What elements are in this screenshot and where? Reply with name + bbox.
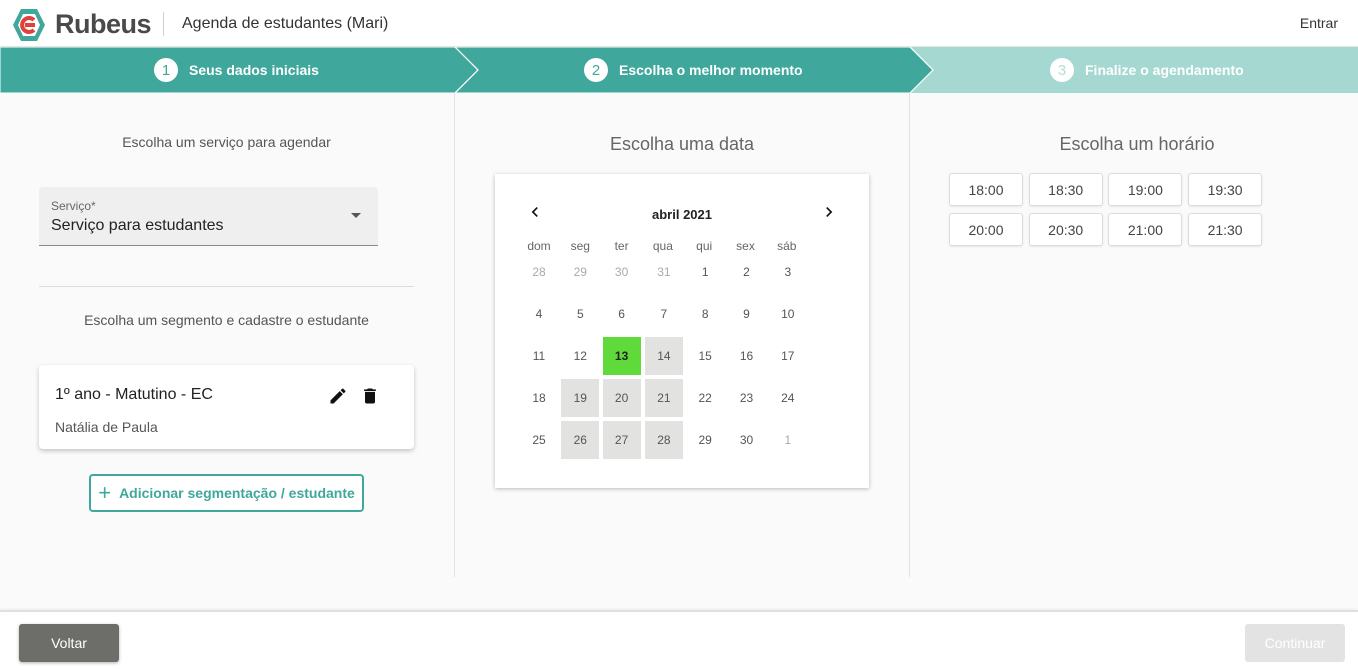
time-heading: Escolha um horário (1059, 134, 1215, 154)
calendar-day: 31 (657, 265, 671, 279)
login-link[interactable]: Entrar (1300, 15, 1338, 31)
date-heading: Escolha uma data (609, 134, 755, 154)
calendar-day: 6 (618, 307, 625, 321)
step-3: 3 Finalize o agendamento (1050, 47, 1244, 93)
pencil-icon[interactable] (328, 386, 348, 406)
segment-card: 1º ano - Matutino - EC Natália de Paula (39, 365, 414, 449)
calendar-day: 28 (532, 265, 546, 279)
calendar-day: 12 (573, 349, 587, 363)
step-label: Seus dados iniciais (189, 62, 319, 78)
calendar-day: 18 (532, 391, 546, 405)
step-number: 1 (154, 58, 178, 82)
step-number: 2 (584, 58, 608, 82)
calendar-day: 3 (784, 265, 792, 279)
calendar-day: 1 (784, 433, 792, 447)
weekday-label: dom (527, 239, 551, 253)
step-label: Finalize o agendamento (1085, 62, 1244, 78)
page-title: Agenda de estudantes (Mari) (182, 15, 389, 32)
service-select-label: Serviço* (51, 199, 96, 213)
top-bar: Rubeus Agenda de estudantes (Mari) Entra… (0, 0, 1358, 47)
calendar-day: 30 (614, 265, 629, 279)
time-slot[interactable]: 20:30 (1028, 213, 1103, 246)
calendar-day: 24 (781, 391, 795, 405)
calendar-day: 29 (698, 433, 712, 447)
calendar-day: 15 (698, 349, 712, 363)
weekday-label: ter (614, 239, 629, 253)
time-slot[interactable]: 21:30 (1188, 213, 1263, 246)
dropdown-arrow-icon (351, 213, 361, 218)
calendar-day: 8 (701, 307, 709, 321)
calendar-day-available[interactable]: 26 (561, 421, 600, 459)
service-select[interactable]: Serviço* Serviço para estudantes (39, 187, 378, 246)
calendar-day: 22 (698, 391, 712, 405)
calendar-day: 11 (532, 349, 546, 363)
section-divider (39, 286, 414, 287)
calendar-day-available[interactable]: 14 (644, 337, 683, 375)
stepper: 1 Seus dados iniciais 2 Escolha o melhor… (0, 47, 1358, 93)
calendar-day-available[interactable]: 28 (644, 421, 683, 459)
service-heading: Escolha um serviço para agendar (122, 134, 331, 150)
calendar-day-available[interactable]: 27 (602, 421, 641, 459)
calendar-day: 25 (532, 433, 546, 447)
calendar-day: 30 (739, 433, 754, 447)
time-slot[interactable]: 20:00 (949, 213, 1023, 246)
brand-name: Rubeus (55, 9, 152, 39)
column-divider (454, 93, 455, 577)
add-segment-button[interactable]: + Adicionar segmentação / estudante (89, 474, 364, 512)
weekday-label: seg (570, 239, 590, 253)
trash-icon[interactable] (360, 386, 380, 406)
weekday-label: sáb (777, 239, 797, 253)
continue-button: Continuar (1245, 624, 1345, 662)
calendar-day: 9 (743, 307, 750, 321)
calendar-day: 4 (535, 307, 543, 321)
service-select-value: Serviço para estudantes (51, 217, 224, 234)
calendar-day: 1 (701, 265, 709, 279)
calendar-day: 17 (781, 349, 795, 363)
step-number: 3 (1050, 58, 1074, 82)
time-slot[interactable]: 18:00 (949, 173, 1023, 206)
back-button[interactable]: Voltar (19, 624, 119, 662)
footer-bar: Voltar Continuar (0, 610, 1358, 670)
time-slot[interactable]: 19:30 (1188, 173, 1263, 206)
calendar-day: 5 (576, 307, 584, 321)
step-2[interactable]: 2 Escolha o melhor momento (584, 47, 803, 93)
rubeus-logo-icon (13, 9, 45, 41)
column-divider (909, 93, 910, 577)
time-slot[interactable]: 18:30 (1028, 173, 1103, 206)
time-slot[interactable]: 21:00 (1108, 213, 1183, 246)
calendar-day: 7 (660, 307, 668, 321)
calendar-day: 10 (781, 307, 795, 321)
calendar-day-available[interactable]: 19 (561, 379, 600, 417)
weekday-label: qui (696, 239, 713, 253)
segment-heading: Escolha um segmento e cadastre o estudan… (84, 312, 369, 328)
plus-icon: + (98, 480, 112, 505)
weekday-label: sex (736, 239, 755, 253)
segment-card-title: 1º ano - Matutino - EC (55, 386, 213, 403)
weekday-label: qua (652, 239, 673, 253)
calendar-day: 29 (573, 265, 587, 279)
calendar-month: abril 2021 (652, 207, 712, 222)
add-segment-label: Adicionar segmentação / estudante (119, 485, 355, 501)
calendar-day-available[interactable]: 21 (644, 379, 683, 417)
step-1[interactable]: 1 Seus dados iniciais (154, 47, 319, 93)
segment-card-student: Natália de Paula (55, 419, 158, 435)
calendar-day: 23 (739, 391, 754, 405)
calendar-day: 16 (739, 349, 754, 363)
calendar-day: 2 (743, 265, 750, 279)
calendar: abril 2021 dom seg ter qua qui sex sáb 28 29 30 31… (495, 174, 869, 488)
calendar-day-selected[interactable]: 13 (602, 337, 641, 375)
header-divider (163, 12, 164, 36)
time-slot[interactable]: 19:00 (1108, 173, 1183, 206)
step-label: Escolha o melhor momento (619, 62, 803, 78)
chevron-right-icon[interactable] (819, 202, 839, 222)
calendar-day-available[interactable]: 20 (602, 379, 641, 417)
